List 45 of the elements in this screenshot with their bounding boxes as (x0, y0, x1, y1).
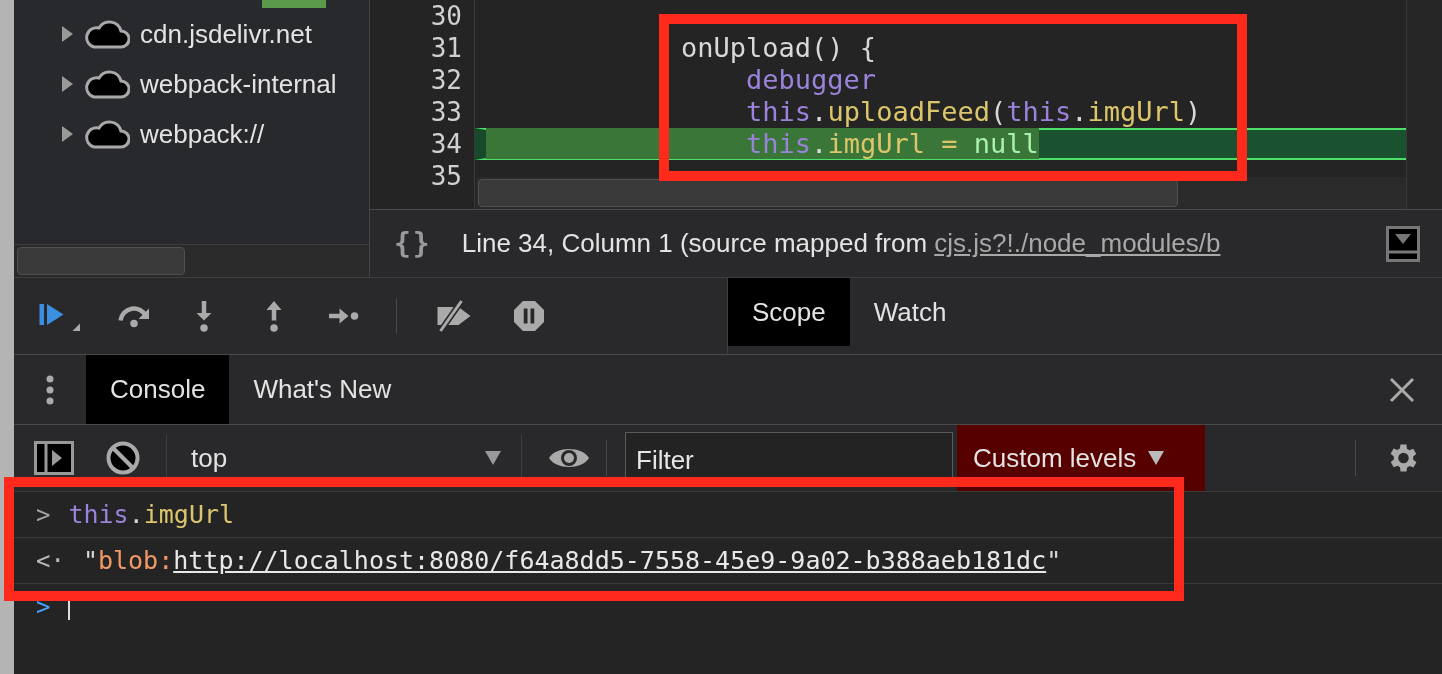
cloud-icon (84, 69, 130, 99)
sidebar-toggle-icon[interactable] (34, 441, 74, 475)
tree-item[interactable]: webpack-internal (14, 59, 369, 109)
sidebar-tab[interactable]: Watch (849, 278, 971, 346)
sidebar-tab[interactable]: Scope (728, 278, 850, 346)
cloud-icon (84, 119, 130, 149)
pause-on-exceptions-icon[interactable] (511, 298, 547, 334)
tree-item-label: cdn.jsdelivr.net (140, 18, 312, 50)
console-prompt[interactable]: > (14, 584, 1442, 630)
line-number: 30 (429, 0, 463, 32)
expression: this.imgUrl (68, 500, 235, 529)
input-marker: > (36, 500, 51, 529)
drawer-tab[interactable]: Console (86, 355, 230, 424)
result-value: "blob:http://localhost:8080/f64a8dd5-7558-45e9-9a02-b388aeb181dc" (82, 546, 1062, 575)
caret-icon (1148, 451, 1165, 465)
code-line: onUpload() { (680, 32, 878, 64)
line-number: 31 (429, 32, 463, 64)
clear-icon[interactable] (106, 441, 140, 475)
line-number: 35 (429, 160, 463, 192)
more-icon[interactable] (46, 374, 54, 405)
tree-item-label: webpack-internal (140, 68, 337, 100)
line-number: 33 (429, 96, 463, 128)
code-line: debugger (745, 64, 878, 96)
scrollbar[interactable] (14, 244, 369, 277)
tree-item[interactable]: webpack:// (14, 109, 369, 159)
line-number: 34 (429, 128, 463, 160)
context-dropdown[interactable]: top (166, 435, 522, 481)
scrollbar[interactable] (476, 177, 1406, 209)
collapsed-arrow-icon[interactable] (60, 125, 74, 143)
collapsed-arrow-icon[interactable] (60, 75, 74, 93)
tree-item[interactable]: cdn.jsdelivr.net (14, 9, 369, 59)
cursor-position: Line 34, Column 1 (source mapped from cjs.js?!./node_modules/b (461, 228, 1221, 259)
close-icon[interactable] (1389, 376, 1415, 403)
caret-icon (485, 451, 501, 465)
cloud-icon (84, 19, 130, 49)
code-line: this.uploadFeed(this.imgUrl) (745, 96, 1203, 128)
line-number: 32 (429, 64, 463, 96)
source-link[interactable]: cjs.js?!./node_modules/b (934, 228, 1221, 258)
drawer-tab[interactable]: What's New (229, 355, 416, 424)
result-marker: <· (36, 546, 65, 575)
collapsed-arrow-icon[interactable] (60, 25, 74, 43)
prompt-marker: > (36, 593, 51, 621)
pretty-print-button[interactable]: {} (394, 227, 432, 260)
tree-item-label: webpack:// (140, 118, 265, 150)
panel-toggle-icon[interactable] (1386, 225, 1420, 262)
